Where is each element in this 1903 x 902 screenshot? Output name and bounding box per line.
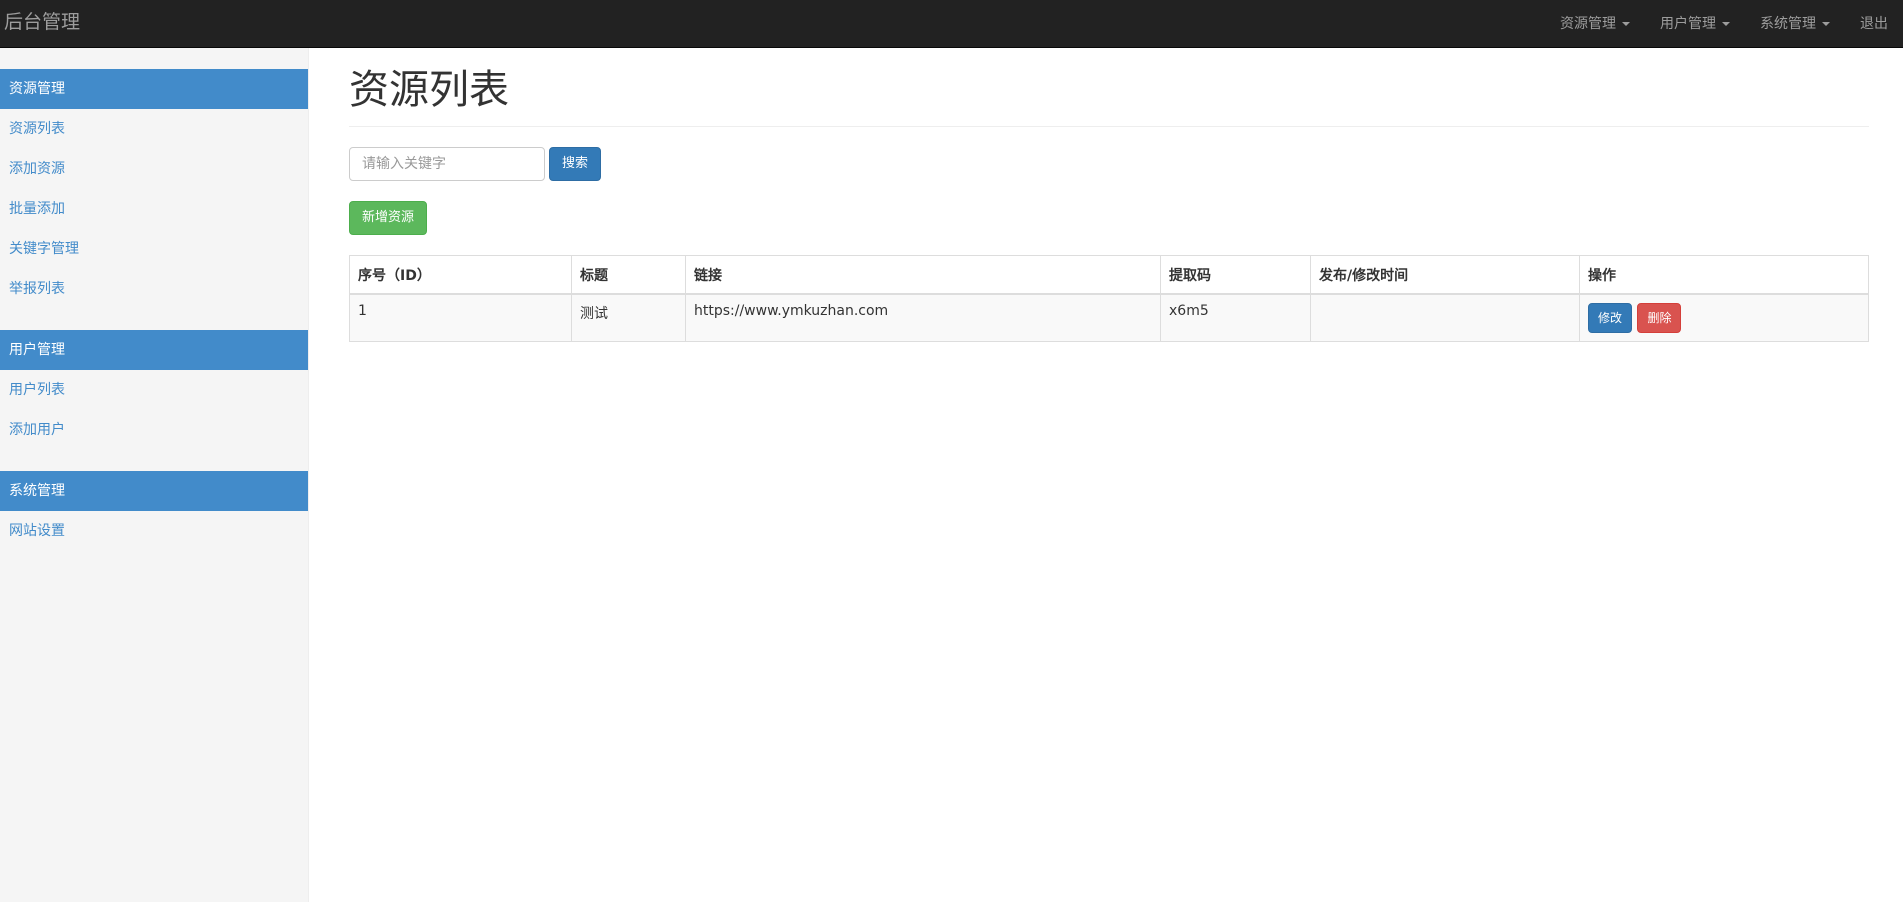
sidebar-group-title: 用户管理	[0, 330, 308, 370]
logout-link[interactable]: 退出	[1845, 0, 1903, 48]
cell-id: 1	[349, 293, 572, 342]
sidebar-group-title: 资源管理	[0, 69, 308, 109]
column-header-time: 发布/修改时间	[1310, 255, 1580, 295]
table-row: 1 测试 https://www.ymkuzhan.com x6m5 修改 删除	[349, 293, 1869, 342]
edit-button[interactable]: 修改	[1588, 303, 1633, 333]
sidebar: 资源管理 资源列表 添加资源 批量添加 关键字管理 举报列表 用户管理 用户列表…	[0, 48, 309, 902]
sidebar-item-reports[interactable]: 举报列表	[0, 269, 308, 309]
nav-menu-resources[interactable]: 资源管理	[1545, 0, 1645, 48]
search-button[interactable]: 搜索	[549, 147, 602, 181]
column-header-actions: 操作	[1579, 255, 1869, 295]
top-navbar: 后台管理 资源管理 用户管理 系统管理 退出	[0, 0, 1903, 48]
caret-down-icon	[1622, 22, 1630, 26]
top-nav-menu: 资源管理 用户管理 系统管理 退出	[1545, 0, 1903, 48]
sidebar-item-site-settings[interactable]: 网站设置	[0, 511, 308, 551]
caret-down-icon	[1822, 22, 1830, 26]
delete-button[interactable]: 删除	[1637, 303, 1682, 333]
sidebar-group-title: 系统管理	[0, 471, 308, 511]
column-header-link: 链接	[685, 255, 1161, 295]
column-header-id: 序号（ID）	[349, 255, 572, 295]
cell-actions: 修改 删除	[1579, 293, 1869, 342]
search-input[interactable]	[349, 147, 545, 181]
cell-code: x6m5	[1160, 293, 1311, 342]
sidebar-group-users: 用户管理 用户列表 添加用户	[0, 330, 308, 450]
column-header-code: 提取码	[1160, 255, 1311, 295]
resource-table: 序号（ID） 标题 链接 提取码 发布/修改时间 操作 1 测试 https:/…	[349, 255, 1869, 342]
nav-menu-users[interactable]: 用户管理	[1645, 0, 1745, 48]
page-title: 资源列表	[349, 48, 1869, 127]
search-form: 搜索	[349, 147, 1869, 181]
sidebar-item-add-user[interactable]: 添加用户	[0, 410, 308, 450]
sidebar-item-batch-add[interactable]: 批量添加	[0, 189, 308, 229]
sidebar-item-add-resource[interactable]: 添加资源	[0, 149, 308, 189]
main-content: 资源列表 搜索 新增资源 序号（ID） 标题 链接 提取码 发布/修改时间 操作…	[349, 48, 1869, 342]
column-header-title: 标题	[571, 255, 686, 295]
cell-time	[1310, 293, 1580, 342]
nav-menu-label: 退出	[1860, 16, 1888, 32]
nav-menu-label: 用户管理	[1660, 16, 1716, 32]
caret-down-icon	[1722, 22, 1730, 26]
sidebar-item-user-list[interactable]: 用户列表	[0, 370, 308, 410]
cell-link: https://www.ymkuzhan.com	[685, 293, 1161, 342]
brand-title[interactable]: 后台管理	[4, 11, 80, 33]
nav-menu-label: 系统管理	[1760, 16, 1816, 32]
cell-title: 测试	[571, 293, 686, 342]
nav-menu-label: 资源管理	[1560, 16, 1616, 32]
table-header-row: 序号（ID） 标题 链接 提取码 发布/修改时间 操作	[349, 255, 1869, 295]
sidebar-group-resources: 资源管理 资源列表 添加资源 批量添加 关键字管理 举报列表	[0, 69, 308, 309]
sidebar-item-keywords[interactable]: 关键字管理	[0, 229, 308, 269]
sidebar-group-system: 系统管理 网站设置	[0, 471, 308, 551]
nav-menu-system[interactable]: 系统管理	[1745, 0, 1845, 48]
add-resource-button[interactable]: 新增资源	[349, 201, 428, 235]
sidebar-item-resource-list[interactable]: 资源列表	[0, 109, 308, 149]
